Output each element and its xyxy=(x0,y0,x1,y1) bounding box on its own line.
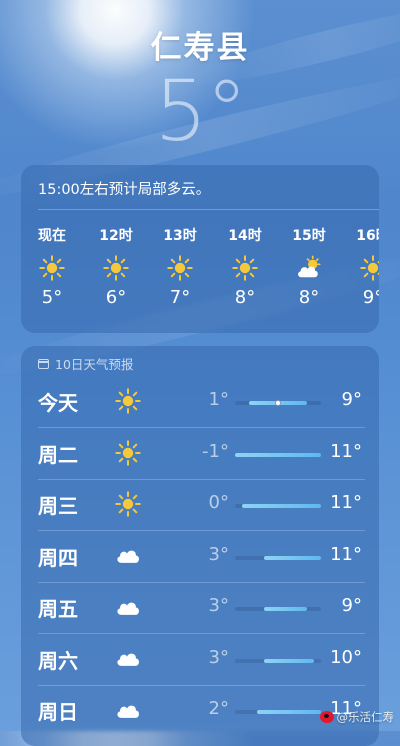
temp-range-fill xyxy=(235,453,321,457)
day-name: 周二 xyxy=(38,439,78,468)
temp-range-bar xyxy=(235,504,321,508)
daily-forecast-card[interactable]: 10日天气预报 今天 1° 9° 周二 -1° 11° 周三 0° 11° 周四… xyxy=(21,346,379,746)
low-temp: 1° xyxy=(171,389,229,410)
current-temp-marker xyxy=(275,400,281,406)
hourly-forecast-card[interactable]: 15:00左右预计局部多云。 现在 5° 12时 6° 13时 7° 14时 8… xyxy=(21,165,379,333)
daily-row[interactable]: 周六 3° 10° xyxy=(21,635,379,686)
daily-forecast-title: 10日天气预报 xyxy=(55,354,133,373)
hourly-item: 16时 9° xyxy=(348,225,379,308)
hour-temp: 8° xyxy=(284,287,334,308)
low-temp: 0° xyxy=(171,492,229,513)
hour-time: 14时 xyxy=(220,225,270,245)
day-name: 周四 xyxy=(38,542,78,571)
low-temp: 2° xyxy=(171,698,229,719)
hour-time: 现在 xyxy=(27,225,77,245)
daily-forecast-header: 10日天气预报 xyxy=(38,354,133,373)
sun-icon xyxy=(111,488,145,520)
hour-temp: 8° xyxy=(220,287,270,308)
low-temp: 3° xyxy=(171,647,229,668)
low-temp: 3° xyxy=(171,544,229,565)
daily-row[interactable]: 周三 0° 11° xyxy=(21,480,379,531)
day-name: 今天 xyxy=(38,387,78,416)
current-temperature: 5° xyxy=(0,62,400,160)
day-name: 周六 xyxy=(38,645,78,674)
high-temp: 10° xyxy=(330,647,362,668)
day-name: 周五 xyxy=(38,593,78,622)
hour-time: 15时 xyxy=(284,225,334,245)
sun-icon xyxy=(348,251,379,285)
high-temp: 9° xyxy=(342,389,362,410)
hourly-item: 15时 8° xyxy=(284,225,334,308)
city-name: 仁寿县 xyxy=(0,22,400,67)
cloud-icon xyxy=(111,591,145,623)
daily-row[interactable]: 今天 1° 9° xyxy=(21,377,379,428)
low-temp: -1° xyxy=(171,441,229,462)
watermark: @乐活仁寿 xyxy=(320,709,395,725)
calendar-icon xyxy=(38,359,49,369)
sun-icon xyxy=(111,385,145,417)
daily-row[interactable]: 周四 3° 11° xyxy=(21,532,379,583)
cloud-icon xyxy=(111,540,145,572)
high-temp: 11° xyxy=(330,544,362,565)
temp-range-fill xyxy=(264,556,321,560)
hourly-item: 现在 5° xyxy=(27,225,77,308)
sun-icon xyxy=(111,437,145,469)
sun-icon xyxy=(27,251,77,285)
temp-range-fill xyxy=(242,504,321,508)
hour-temp: 5° xyxy=(27,287,77,308)
hourly-item: 13时 7° xyxy=(155,225,205,308)
watermark-text: @乐活仁寿 xyxy=(337,709,395,725)
daily-row[interactable]: 周五 3° 9° xyxy=(21,583,379,634)
sun-icon xyxy=(91,251,141,285)
hourly-item: 12时 6° xyxy=(91,225,141,308)
temp-range-bar xyxy=(235,659,321,663)
high-temp: 9° xyxy=(342,595,362,616)
partly-cloudy-icon xyxy=(284,251,334,285)
temp-range-bar xyxy=(235,556,321,560)
day-name: 周日 xyxy=(38,696,78,725)
hour-time: 16时 xyxy=(348,225,379,245)
temp-range-fill xyxy=(264,659,314,663)
temp-range-bar xyxy=(235,607,321,611)
temp-range-bar xyxy=(235,710,321,714)
temp-range-bar xyxy=(235,453,321,457)
temp-range-fill xyxy=(257,710,322,714)
hour-time: 13时 xyxy=(155,225,205,245)
low-temp: 3° xyxy=(171,595,229,616)
high-temp: 11° xyxy=(330,441,362,462)
cloud-icon xyxy=(111,643,145,675)
hourly-summary: 15:00左右预计局部多云。 xyxy=(38,178,210,199)
divider xyxy=(38,209,379,210)
weibo-logo-icon xyxy=(320,711,334,723)
hourly-item: 14时 8° xyxy=(220,225,270,308)
daily-row[interactable]: 周二 -1° 11° xyxy=(21,429,379,480)
cloud-icon xyxy=(111,694,145,726)
sun-icon xyxy=(220,251,270,285)
sun-icon xyxy=(155,251,205,285)
hour-temp: 6° xyxy=(91,287,141,308)
day-name: 周三 xyxy=(38,490,78,519)
hour-time: 12时 xyxy=(91,225,141,245)
high-temp: 11° xyxy=(330,492,362,513)
temp-range-bar xyxy=(235,401,321,405)
hour-temp: 9° xyxy=(348,287,379,308)
hour-temp: 7° xyxy=(155,287,205,308)
temp-range-fill xyxy=(264,607,307,611)
